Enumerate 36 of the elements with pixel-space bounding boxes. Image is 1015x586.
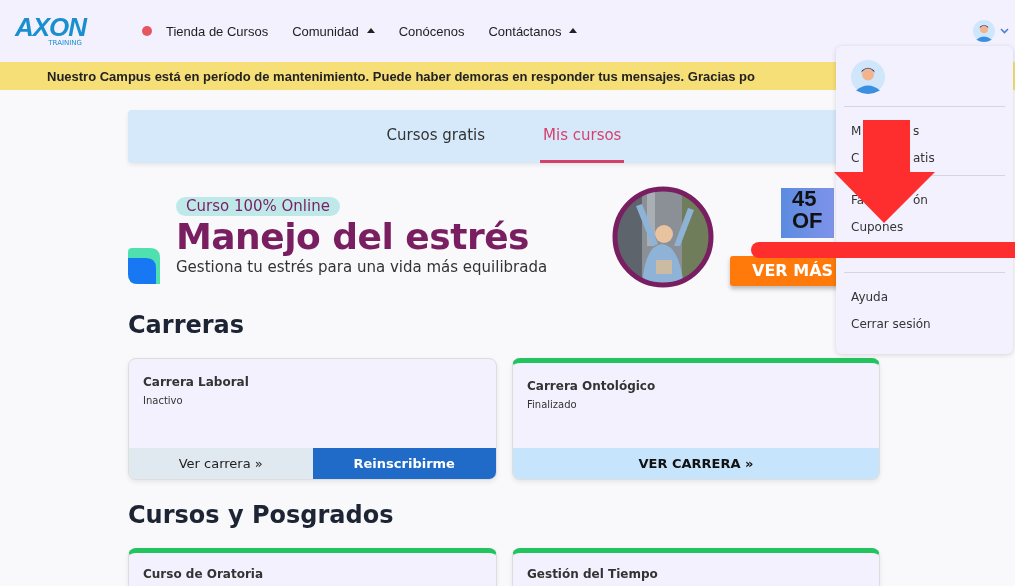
tab[interactable]: Mis cursos [540,110,625,163]
nav-link[interactable]: Contáctanos [488,23,578,39]
menu-item[interactable]: Cupones [851,219,904,234]
menu-item[interactable]: M [851,123,862,138]
avatar-icon [851,60,885,94]
card-title: Gestión del Tiempo [527,567,659,581]
card-title: Carrera Ontológico [527,379,657,393]
tab[interactable]: Cursos gratis [383,110,488,163]
menu-item[interactable]: atis [913,150,935,165]
caret-icon [366,28,375,34]
card-action-button[interactable]: Ver carrera » [129,448,313,479]
menu-item[interactable]: s [913,123,920,138]
card-title: Carrera Laboral [143,375,250,389]
avatar-icon[interactable] [973,20,995,42]
banner-title: Manejo del estrés [176,216,530,258]
nav-link[interactable]: Comunidad [292,23,375,39]
card-status: Inactivo [143,395,184,406]
section-heading: Carreras [128,310,245,340]
section-heading: Cursos y Posgrados [128,500,394,530]
caret-icon [569,28,578,34]
banner-subtitle: Gestiona tu estrés para una vida más equilibrada [176,258,548,276]
menu-item[interactable]: Cerrar sesión [851,316,931,331]
status-dot-icon [142,26,152,36]
chevron-down-icon[interactable] [1000,28,1009,34]
card-action-button[interactable]: Reinscribirme [312,448,496,479]
menu-item[interactable]: Ayuda [851,289,889,304]
course-tag: Curso 100% Online [176,197,340,216]
card-action-button[interactable]: VER CARRERA » [513,448,879,479]
card-title: Curso de Oratoria [143,567,265,581]
nav-link[interactable]: Conócenos [398,23,465,39]
menu-item[interactable]: ón [913,192,928,207]
logo-shape-icon [128,248,160,284]
card-status: Finalizado [527,399,578,410]
nav-link[interactable]: Tienda de Cursos [142,23,269,39]
discount-badge: 45 OF [781,187,834,238]
menu-item[interactable]: C [851,150,860,165]
